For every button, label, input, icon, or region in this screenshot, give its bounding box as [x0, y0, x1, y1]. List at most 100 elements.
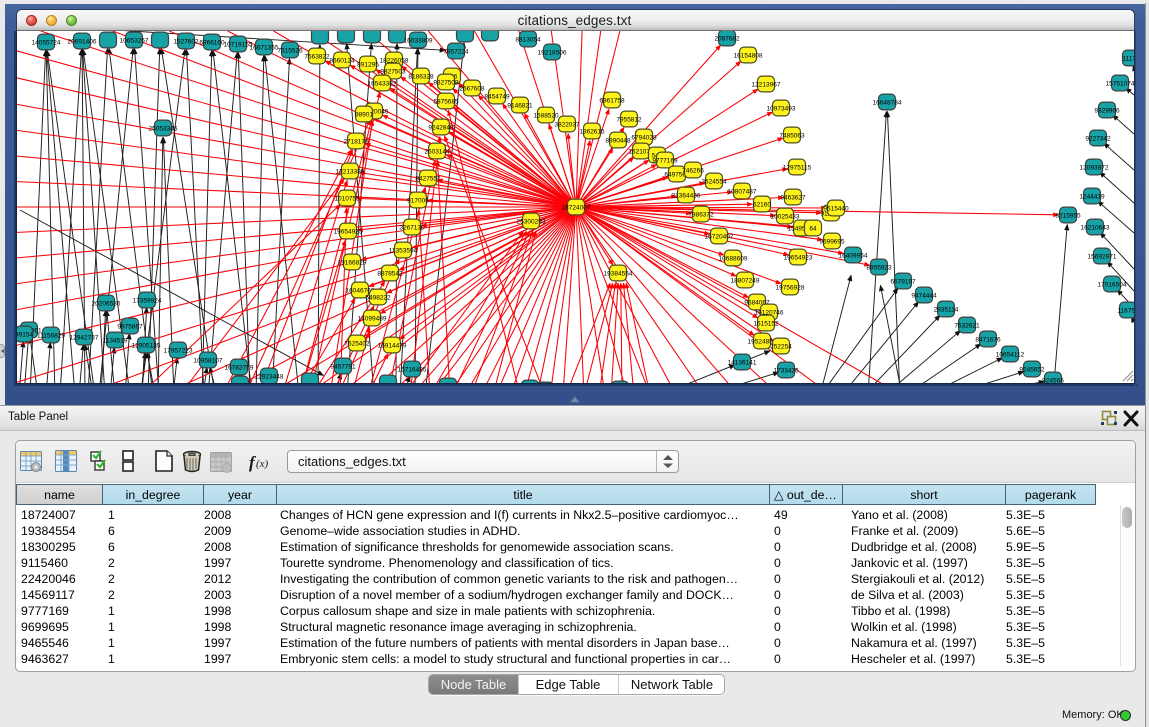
svg-text:25300293: 25300293	[517, 219, 546, 226]
svg-text:(x): (x)	[256, 458, 269, 470]
svg-text:6966160: 6966160	[199, 40, 225, 47]
svg-text:917006: 917006	[407, 198, 429, 205]
svg-text:19384554: 19384554	[604, 271, 633, 278]
svg-text:8813054: 8813054	[515, 37, 541, 44]
svg-text:9975867: 9975867	[117, 324, 143, 331]
svg-text:9327508: 9327508	[433, 80, 459, 87]
svg-text:8186328: 8186328	[408, 74, 434, 81]
svg-text:16409954: 16409954	[839, 253, 868, 260]
svg-text:19654923: 19654923	[784, 255, 813, 262]
svg-text:10653267: 10653267	[120, 38, 149, 45]
svg-text:9146821: 9146821	[507, 103, 533, 110]
svg-text:16782759: 16782759	[225, 365, 254, 372]
svg-text:9699695: 9699695	[819, 239, 845, 246]
svg-text:6679197: 6679197	[890, 279, 916, 286]
svg-text:12213967: 12213967	[752, 82, 781, 89]
svg-text:9515440: 9515440	[823, 206, 849, 213]
svg-text:11174: 11174	[1122, 56, 1134, 63]
svg-text:14099489: 14099489	[358, 316, 387, 323]
svg-text:8660124: 8660124	[329, 58, 355, 65]
svg-text:891295: 891295	[357, 62, 379, 69]
svg-text:2087682: 2087682	[714, 36, 740, 43]
svg-text:10719155: 10719155	[224, 42, 253, 49]
svg-text:12905135: 12905135	[132, 343, 161, 350]
svg-text:9777169: 9777169	[652, 158, 678, 165]
svg-text:10958107: 10958107	[194, 358, 223, 365]
svg-text:19654925: 19654925	[334, 229, 363, 236]
svg-text:21364436: 21364436	[672, 193, 701, 200]
svg-text:15720407: 15720407	[705, 234, 734, 241]
svg-text:1615152: 1615152	[753, 321, 779, 328]
svg-text:9242848: 9242848	[428, 125, 454, 132]
svg-text:12942737: 12942737	[70, 335, 99, 342]
svg-text:3624554: 3624554	[701, 179, 727, 186]
svg-text:10688609: 10688609	[719, 256, 748, 263]
svg-text:16543382: 16543382	[368, 81, 397, 88]
svg-text:8215955: 8215955	[1055, 213, 1081, 220]
svg-text:16648784: 16648784	[873, 100, 902, 107]
svg-text:6961758: 6961758	[599, 98, 625, 105]
svg-text:62160: 62160	[753, 202, 771, 209]
svg-text:1010755: 1010755	[334, 196, 360, 203]
svg-text:5875685: 5875685	[433, 99, 459, 106]
svg-text:18807249: 18807249	[731, 278, 760, 285]
svg-text:1733426: 1733426	[773, 368, 799, 375]
svg-text:8471676: 8471676	[975, 337, 1001, 344]
svg-text:7857224: 7857224	[443, 49, 469, 56]
svg-text:8955923: 8955923	[866, 265, 892, 272]
svg-text:9227342: 9227342	[1085, 136, 1111, 143]
svg-text:17016504: 17016504	[1098, 282, 1127, 289]
svg-text:10807487: 10807487	[728, 189, 757, 196]
svg-text:9457791: 9457791	[330, 364, 356, 371]
svg-text:18724007: 18724007	[562, 205, 591, 212]
svg-text:16210643: 16210643	[1081, 225, 1110, 232]
svg-text:20691406: 20691406	[68, 39, 97, 46]
svg-text:3822037: 3822037	[554, 122, 580, 129]
svg-text:8878542: 8878542	[377, 271, 403, 278]
svg-text:252254: 252254	[770, 344, 792, 351]
svg-text:924566: 924566	[1042, 378, 1064, 384]
svg-text:7632621: 7632621	[954, 323, 980, 330]
svg-text:8454749: 8454749	[484, 94, 510, 101]
svg-text:7485063: 7485063	[779, 133, 805, 140]
svg-text:2935114: 2935114	[934, 307, 959, 314]
svg-text:9463627: 9463627	[780, 195, 806, 202]
svg-text:12093872: 12093872	[1080, 165, 1109, 172]
svg-text:19166829: 19166829	[338, 260, 367, 267]
svg-text:10025433: 10025433	[771, 214, 800, 221]
svg-text:16914479: 16914479	[378, 343, 407, 350]
svg-text:12213389: 12213389	[336, 169, 365, 176]
svg-text:25053346: 25053346	[149, 126, 178, 133]
svg-text:7625402: 7625402	[344, 341, 370, 348]
svg-text:7515526: 7515526	[277, 48, 303, 55]
svg-text:20206536: 20206536	[92, 301, 121, 308]
svg-text:15716485: 15716485	[398, 367, 427, 374]
svg-text:15692971: 15692971	[1088, 254, 1117, 261]
svg-text:11353594: 11353594	[389, 248, 418, 255]
svg-text:3267130: 3267130	[399, 225, 425, 232]
svg-text:5498222: 5498222	[365, 295, 391, 302]
svg-text:2718176: 2718176	[343, 139, 369, 146]
svg-text:64: 64	[809, 226, 817, 233]
svg-text:14136141: 14136141	[728, 360, 757, 367]
svg-text:1134519: 1134519	[103, 338, 128, 345]
svg-text:2603144: 2603144	[424, 149, 450, 156]
svg-text:9827503: 9827503	[380, 69, 406, 76]
svg-text:8990448: 8990448	[605, 138, 631, 145]
svg-text:1588520: 1588520	[533, 113, 559, 120]
svg-text:7986372: 7986372	[688, 212, 714, 219]
svg-text:746266: 746266	[682, 168, 704, 175]
svg-text:8427552: 8427552	[415, 176, 441, 183]
svg-text:1527602: 1527602	[173, 39, 199, 46]
svg-text:7663822: 7663822	[304, 54, 330, 61]
svg-text:1244419: 1244419	[1079, 194, 1105, 201]
svg-text:98901: 98901	[355, 112, 373, 119]
svg-text:1362615: 1362615	[579, 129, 605, 136]
svg-text:11156829: 11156829	[37, 333, 65, 340]
svg-text:10654112: 10654112	[996, 352, 1025, 359]
svg-text:7955812: 7955812	[616, 117, 642, 124]
svg-text:39154: 39154	[17, 332, 33, 339]
svg-text:19756928: 19756928	[776, 285, 805, 292]
svg-text:2667608: 2667608	[459, 86, 485, 93]
svg-text:9245652: 9245652	[1019, 367, 1045, 374]
